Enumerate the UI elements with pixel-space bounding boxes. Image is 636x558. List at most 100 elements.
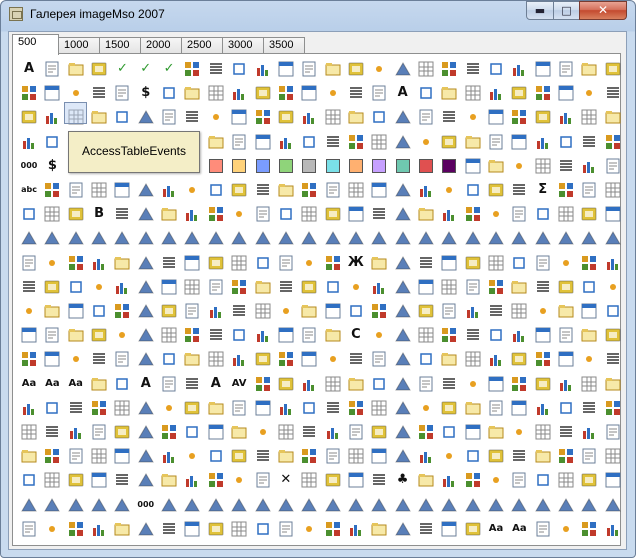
gallery-icon-r16-c16[interactable] — [393, 446, 413, 466]
gallery-icon-r8-c20[interactable] — [486, 253, 506, 273]
gallery-icon-r14-c24[interactable] — [579, 398, 599, 418]
gallery-icon-r14-c21[interactable] — [509, 398, 529, 418]
gallery-icon-r9-c0[interactable] — [19, 277, 39, 297]
gallery-icon-r11-c19[interactable] — [463, 325, 483, 345]
gallery-icon-r5-c13[interactable] — [323, 180, 343, 200]
gallery-icon-r9-c13[interactable] — [323, 277, 343, 297]
gallery-icon-r4-c19[interactable] — [463, 156, 483, 176]
gallery-icon-r18-c24[interactable] — [579, 495, 599, 515]
gallery-icon-r17-c4[interactable] — [112, 470, 132, 490]
gallery-icon-r10-c0[interactable] — [19, 301, 39, 321]
gallery-icon-r19-c25[interactable] — [603, 519, 623, 539]
gallery-icon-r18-c11[interactable] — [276, 495, 296, 515]
gallery-icon-r11-c4[interactable] — [112, 325, 132, 345]
gallery-icon-r4-c22[interactable] — [533, 156, 553, 176]
gallery-icon-r13-c15[interactable] — [369, 374, 389, 394]
gallery-icon-r6-c23[interactable] — [556, 204, 576, 224]
gallery-icon-r13-c22[interactable] — [533, 374, 553, 394]
gallery-icon-r1-c6[interactable] — [159, 83, 179, 103]
gallery-icon-r9-c7[interactable] — [182, 277, 202, 297]
gallery-icon-r12-c16[interactable] — [393, 349, 413, 369]
gallery-icon-r4-c18[interactable] — [439, 156, 459, 176]
gallery-icon-r1-c16[interactable]: A — [393, 83, 413, 103]
gallery-icon-r12-c7[interactable] — [182, 349, 202, 369]
gallery-icon-r17-c24[interactable] — [579, 470, 599, 490]
gallery-icon-r8-c7[interactable] — [182, 253, 202, 273]
gallery-icon-r0-c9[interactable] — [229, 59, 249, 79]
gallery-icon-r6-c6[interactable] — [159, 204, 179, 224]
gallery-icon-r10-c8[interactable] — [206, 301, 226, 321]
gallery-icon-r16-c9[interactable] — [229, 446, 249, 466]
gallery-icon-r9-c14[interactable] — [346, 277, 366, 297]
gallery-icon-r16-c1[interactable] — [42, 446, 62, 466]
gallery-icon-r12-c23[interactable] — [556, 349, 576, 369]
gallery-icon-r6-c24[interactable] — [579, 204, 599, 224]
gallery-icon-r7-c13[interactable] — [323, 228, 343, 248]
gallery-icon-r8-c16[interactable] — [393, 253, 413, 273]
gallery-icon-r17-c12[interactable] — [299, 470, 319, 490]
tab-1000[interactable]: 1000 — [58, 37, 100, 54]
gallery-icon-r2-c1[interactable] — [42, 107, 62, 127]
gallery-icon-r8-c11[interactable] — [276, 253, 296, 273]
gallery-icon-r3-c14[interactable] — [346, 132, 366, 152]
gallery-icon-r7-c19[interactable] — [463, 228, 483, 248]
gallery-icon-r8-c19[interactable] — [463, 253, 483, 273]
gallery-icon-r7-c15[interactable] — [369, 228, 389, 248]
gallery-icon-r15-c0[interactable] — [19, 422, 39, 442]
gallery-icon-r9-c21[interactable] — [509, 277, 529, 297]
gallery-icon-r12-c1[interactable] — [42, 349, 62, 369]
gallery-icon-r13-c23[interactable] — [556, 374, 576, 394]
gallery-icon-r14-c12[interactable] — [299, 398, 319, 418]
gallery-icon-r18-c23[interactable] — [556, 495, 576, 515]
gallery-icon-r2-c11[interactable] — [276, 107, 296, 127]
gallery-icon-r16-c21[interactable] — [509, 446, 529, 466]
gallery-icon-r9-c23[interactable] — [556, 277, 576, 297]
gallery-icon-r15-c15[interactable] — [369, 422, 389, 442]
gallery-icon-r1-c3[interactable] — [89, 83, 109, 103]
gallery-icon-r19-c15[interactable] — [369, 519, 389, 539]
gallery-icon-r8-c8[interactable] — [206, 253, 226, 273]
gallery-icon-r18-c13[interactable] — [323, 495, 343, 515]
gallery-icon-r14-c7[interactable] — [182, 398, 202, 418]
gallery-icon-r3-c20[interactable] — [486, 132, 506, 152]
gallery-icon-r19-c22[interactable] — [533, 519, 553, 539]
gallery-icon-r1-c21[interactable] — [509, 83, 529, 103]
title-bar[interactable]: Галерея imageMso 2007 ▬ □ ✕ — [1, 1, 635, 27]
gallery-icon-r6-c3[interactable]: B — [89, 204, 109, 224]
gallery-icon-r6-c19[interactable] — [463, 204, 483, 224]
gallery-icon-r16-c5[interactable] — [136, 446, 156, 466]
gallery-icon-r13-c5[interactable]: A — [136, 374, 156, 394]
gallery-icon-r10-c15[interactable] — [369, 301, 389, 321]
gallery-icon-r19-c14[interactable] — [346, 519, 366, 539]
gallery-icon-r19-c7[interactable] — [182, 519, 202, 539]
gallery-icon-r13-c7[interactable] — [182, 374, 202, 394]
gallery-icon-r8-c10[interactable] — [253, 253, 273, 273]
gallery-icon-r19-c9[interactable] — [229, 519, 249, 539]
gallery-icon-r0-c25[interactable] — [603, 59, 623, 79]
gallery-icon-r9-c24[interactable] — [579, 277, 599, 297]
gallery-icon-r19-c20[interactable]: Aa — [486, 519, 506, 539]
tab-3500[interactable]: 3500 — [263, 37, 305, 54]
gallery-icon-r15-c4[interactable] — [112, 422, 132, 442]
gallery-icon-r10-c14[interactable] — [346, 301, 366, 321]
gallery-icon-r15-c14[interactable] — [346, 422, 366, 442]
gallery-icon-r9-c10[interactable] — [253, 277, 273, 297]
gallery-icon-r8-c12[interactable] — [299, 253, 319, 273]
gallery-icon-r2-c10[interactable] — [253, 107, 273, 127]
gallery-icon-r7-c2[interactable] — [66, 228, 86, 248]
gallery-icon-r14-c9[interactable] — [229, 398, 249, 418]
gallery-icon-r5-c21[interactable] — [509, 180, 529, 200]
gallery-icon-r18-c14[interactable] — [346, 495, 366, 515]
gallery-icon-r15-c5[interactable] — [136, 422, 156, 442]
gallery-icon-r8-c23[interactable] — [556, 253, 576, 273]
gallery-icon-r12-c18[interactable] — [439, 349, 459, 369]
gallery-icon-r16-c25[interactable] — [603, 446, 623, 466]
gallery-icon-r0-c7[interactable] — [182, 59, 202, 79]
gallery-icon-r11-c25[interactable] — [603, 325, 623, 345]
gallery-icon-r0-c10[interactable] — [253, 59, 273, 79]
gallery-icon-r9-c17[interactable] — [416, 277, 436, 297]
gallery-icon-r10-c11[interactable] — [276, 301, 296, 321]
gallery-icon-r13-c14[interactable] — [346, 374, 366, 394]
gallery-icon-r10-c16[interactable] — [393, 301, 413, 321]
gallery-icon-r9-c18[interactable] — [439, 277, 459, 297]
